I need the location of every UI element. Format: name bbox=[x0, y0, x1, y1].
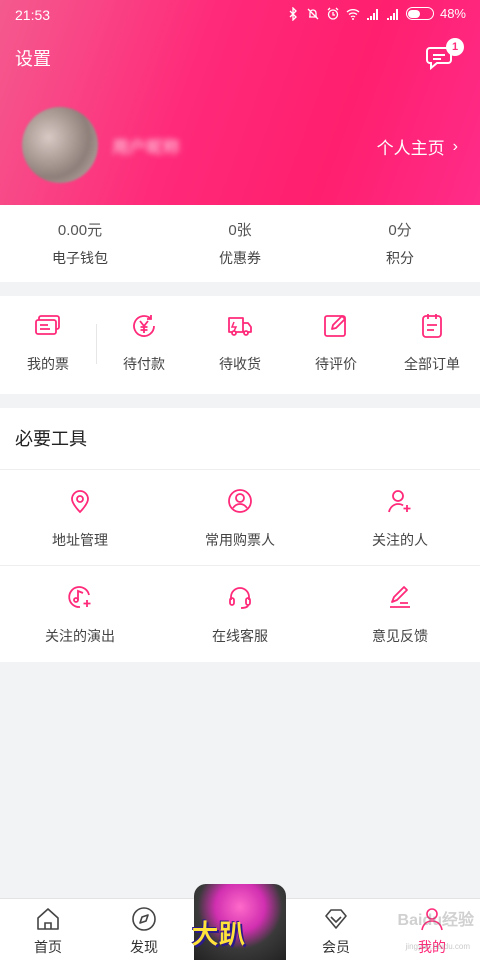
user-nickname: 用户昵称 bbox=[112, 138, 180, 157]
personal-homepage-link[interactable]: 个人主页 › bbox=[377, 134, 458, 159]
pen-icon bbox=[390, 586, 410, 608]
edit-icon bbox=[324, 315, 346, 337]
tab-discover[interactable]: 发现 bbox=[96, 899, 192, 960]
location-icon bbox=[71, 490, 89, 514]
battery-percent: 48% bbox=[439, 6, 466, 21]
frequent-buyers-button[interactable]: 常用购票人 bbox=[160, 470, 320, 565]
promo-center-button[interactable]: 大趴 bbox=[192, 884, 288, 960]
wifi-icon bbox=[346, 8, 360, 20]
message-button[interactable]: 1 bbox=[424, 38, 464, 74]
online-service-button[interactable]: 在线客服 bbox=[160, 566, 320, 662]
address-management-button[interactable]: 地址管理 bbox=[0, 470, 160, 565]
assets-bar: 0.00元 电子钱包 0张 优惠券 0分 积分 bbox=[0, 205, 480, 282]
bluetooth-icon bbox=[289, 6, 297, 21]
message-badge: 1 bbox=[446, 38, 464, 56]
signal-icon bbox=[386, 8, 398, 20]
my-tickets-button[interactable]: 我的票 bbox=[0, 296, 96, 394]
clipboard-icon bbox=[422, 314, 442, 338]
tool-label: 地址管理 bbox=[52, 532, 108, 548]
tool-label: 关注的演出 bbox=[45, 628, 115, 644]
chevron-right-icon: › bbox=[452, 137, 458, 155]
avatar[interactable] bbox=[22, 107, 98, 183]
tool-label: 意见反馈 bbox=[372, 628, 428, 644]
coupon-item[interactable]: 0张 优惠券 bbox=[160, 205, 320, 282]
watermark: Baidu经验 bbox=[397, 912, 474, 929]
order-label: 待评价 bbox=[315, 356, 357, 372]
pending-payment-button[interactable]: 待付款 bbox=[96, 296, 192, 394]
home-icon bbox=[37, 908, 59, 930]
status-time: 21:53 bbox=[15, 7, 51, 23]
tool-label: 常用购票人 bbox=[205, 532, 275, 548]
order-label: 全部订单 bbox=[404, 356, 460, 372]
order-label: 我的票 bbox=[27, 356, 69, 372]
diamond-icon bbox=[325, 909, 347, 929]
followed-people-button[interactable]: 关注的人 bbox=[320, 470, 480, 565]
feedback-button[interactable]: 意见反馈 bbox=[320, 566, 480, 662]
user-plus-icon bbox=[388, 490, 411, 513]
yen-icon bbox=[133, 315, 155, 337]
pending-review-button[interactable]: 待评价 bbox=[288, 296, 384, 394]
tool-label: 在线客服 bbox=[212, 628, 268, 644]
profile-header: 21:53 48% 设置 1 用户昵称 个人主页 › bbox=[0, 0, 480, 205]
tab-label: 会员 bbox=[322, 939, 350, 955]
pending-receipt-button[interactable]: 待收货 bbox=[192, 296, 288, 394]
asset-label: 优惠券 bbox=[219, 250, 261, 266]
tools-row: 地址管理 常用购票人 关注的人 bbox=[0, 470, 480, 566]
watermark-url: jingyan.baidu.com bbox=[405, 942, 470, 951]
truck-icon bbox=[228, 317, 252, 336]
order-label: 待收货 bbox=[219, 356, 261, 372]
music-plus-icon bbox=[68, 586, 91, 608]
compass-icon bbox=[132, 907, 156, 931]
status-bar: 21:53 48% bbox=[0, 0, 480, 30]
tools-section: 必要工具 地址管理 常用购票人 关注的人 关注的演出 在线客服 意见反馈 bbox=[0, 408, 480, 662]
homepage-link-label: 个人主页 bbox=[376, 139, 445, 158]
all-orders-button[interactable]: 全部订单 bbox=[384, 296, 480, 394]
tab-label: 首页 bbox=[34, 939, 62, 955]
asset-value: 0分 bbox=[388, 222, 412, 239]
points-item[interactable]: 0分 积分 bbox=[320, 205, 480, 282]
headset-icon bbox=[229, 587, 251, 609]
battery-icon bbox=[405, 7, 434, 20]
tab-home[interactable]: 首页 bbox=[0, 899, 96, 960]
tools-title: 必要工具 bbox=[0, 408, 480, 470]
promo-text: 大趴 bbox=[192, 919, 247, 949]
tab-label: 发现 bbox=[130, 939, 158, 955]
asset-label: 积分 bbox=[386, 250, 414, 266]
mute-icon bbox=[307, 8, 319, 19]
ticket-icon bbox=[35, 315, 60, 335]
asset-value: 0张 bbox=[228, 222, 252, 239]
alarm-icon bbox=[327, 7, 339, 20]
signal-icon bbox=[366, 8, 378, 20]
order-label: 待付款 bbox=[123, 356, 165, 372]
wallet-item[interactable]: 0.00元 电子钱包 bbox=[0, 205, 160, 282]
followed-shows-button[interactable]: 关注的演出 bbox=[0, 566, 160, 662]
settings-button[interactable]: 设置 bbox=[15, 45, 51, 71]
orders-section: 我的票 待付款 待收货 待评价 全部订单 bbox=[0, 296, 480, 394]
asset-value: 0.00元 bbox=[57, 222, 103, 239]
asset-label: 电子钱包 bbox=[52, 250, 108, 266]
tool-label: 关注的人 bbox=[372, 532, 428, 548]
tools-row: 关注的演出 在线客服 意见反馈 bbox=[0, 566, 480, 662]
tab-member[interactable]: 会员 bbox=[288, 899, 384, 960]
user-circle-icon bbox=[228, 489, 252, 513]
